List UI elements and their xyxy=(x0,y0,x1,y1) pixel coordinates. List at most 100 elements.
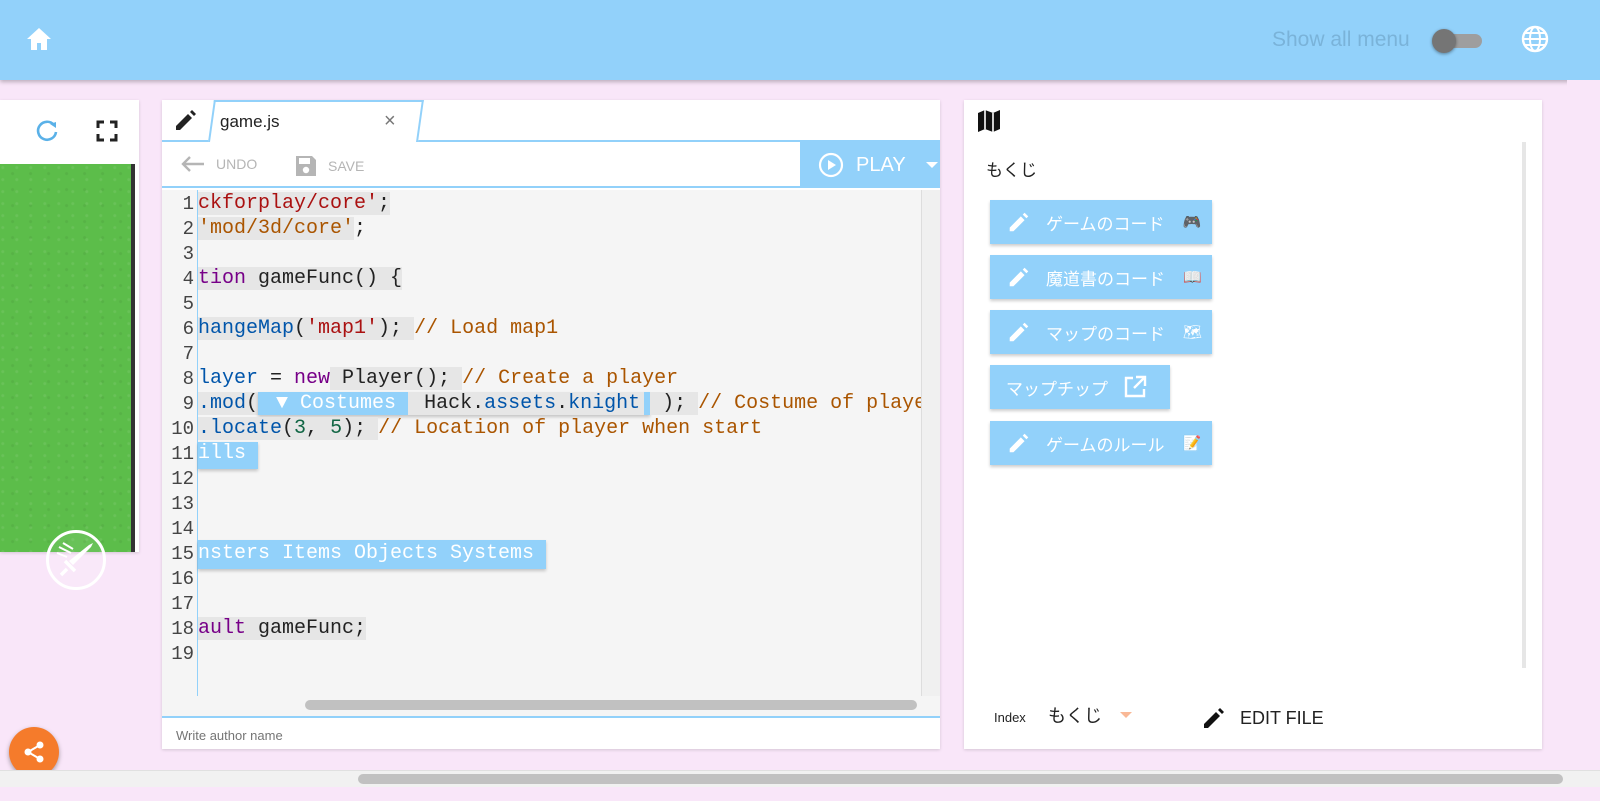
map-button[interactable] xyxy=(976,108,1004,136)
code-token: gameFunc; xyxy=(246,617,367,640)
code-token: // Location of player when start xyxy=(378,417,763,440)
page-horizontal-scrollbar[interactable] xyxy=(0,770,1600,787)
button-label: 魔道書のコード xyxy=(1046,269,1165,289)
code-token: ; xyxy=(354,217,367,240)
code-area[interactable]: 1 2 3 4 5 6 7 8 9 10 11 12 13 14 15 16 1… xyxy=(162,190,940,716)
code-token: ( xyxy=(294,317,307,340)
code-token: new xyxy=(294,367,331,390)
index-label: Index xyxy=(994,710,1026,725)
skills-chip[interactable]: ills xyxy=(198,442,259,469)
editor-toolbar: UNDO SAVE PLAY xyxy=(162,142,940,188)
index-select[interactable]: もくじ xyxy=(1048,702,1132,728)
costumes-dropdown-chip[interactable]: ▼ Costumes Hack.assets.knight xyxy=(258,392,651,415)
line-number: 4 xyxy=(182,268,194,290)
pencil-icon xyxy=(1204,708,1224,728)
chevron-down-icon xyxy=(1120,712,1132,718)
line-number: 19 xyxy=(171,643,194,665)
code-token: .mod xyxy=(198,392,247,415)
pencil-icon xyxy=(176,110,196,130)
show-all-menu-toggle[interactable] xyxy=(1432,28,1482,53)
reload-button[interactable] xyxy=(34,118,60,144)
code-token: hangeMap xyxy=(198,317,295,340)
code-token: ); xyxy=(378,317,415,340)
code-token: ( xyxy=(246,392,259,415)
code-line: tion gameFunc() { xyxy=(198,267,403,290)
game-rules-button[interactable]: ゲームのルール 📝 xyxy=(990,421,1212,465)
code-token: ault xyxy=(198,617,247,640)
game-canvas[interactable] xyxy=(0,164,135,590)
categories-chip[interactable]: nsters Items Objects Systems xyxy=(198,540,547,569)
code-line: .mod( ▼ Costumes Hack.assets.knight ); /… xyxy=(198,392,938,415)
editor-tab-bar: game.js × xyxy=(162,100,940,142)
code-line: hangeMap('map1'); // Load map1 xyxy=(198,317,558,340)
map-code-button[interactable]: マップのコード 🗺 xyxy=(990,310,1212,354)
sword-icon xyxy=(56,542,93,577)
line-number: 18 xyxy=(171,618,194,640)
undo-button[interactable]: UNDO xyxy=(180,154,257,174)
language-button[interactable] xyxy=(1520,24,1552,56)
fullscreen-button[interactable] xyxy=(96,120,120,144)
line-number: 16 xyxy=(171,568,194,590)
code-token: gameFunc() { xyxy=(246,267,403,290)
line-number: 13 xyxy=(171,493,194,515)
line-number-gutter: 1 2 3 4 5 6 7 8 9 10 11 12 13 14 15 16 1… xyxy=(162,190,198,716)
save-button[interactable]: SAVE xyxy=(294,154,364,178)
line-number: 7 xyxy=(182,343,194,365)
code-token: 3 xyxy=(294,417,307,440)
arrow-left-icon xyxy=(181,156,204,172)
undo-label: UNDO xyxy=(216,156,258,172)
code-editor-panel: game.js × UNDO SAVE PLAY 1 2 3 4 5 6 7 8… xyxy=(162,100,940,749)
show-all-menu-label: Show all menu xyxy=(1272,28,1410,51)
button-label: マップのコード xyxy=(1046,324,1165,344)
code-token: ); xyxy=(342,417,379,440)
play-label: PLAY xyxy=(856,153,906,176)
line-number: 17 xyxy=(171,593,194,615)
code-token: Hack.assets.knight xyxy=(408,392,645,415)
external-link-icon xyxy=(1124,375,1147,398)
play-button[interactable]: PLAY xyxy=(800,142,940,188)
code-token: layer xyxy=(198,367,259,390)
code-line: ault gameFunc; xyxy=(198,617,367,640)
line-number: 3 xyxy=(182,243,194,265)
code-token: // Create a player xyxy=(462,367,679,390)
book-icon: 📖 xyxy=(1183,269,1202,286)
code-token: tion xyxy=(198,267,247,290)
game-code-button[interactable]: ゲームのコード 🎮 xyxy=(990,200,1212,244)
top-app-bar: Show all menu xyxy=(0,0,1600,80)
button-label: ゲームのルール xyxy=(1046,435,1165,455)
line-number: 1 xyxy=(182,193,194,215)
fullscreen-icon xyxy=(96,120,118,142)
code-token: ; xyxy=(378,192,391,215)
home-button[interactable] xyxy=(22,22,56,56)
line-number: 5 xyxy=(182,293,194,315)
pencil-icon xyxy=(1009,322,1029,342)
save-icon xyxy=(296,156,316,176)
edit-file-label: EDIT FILE xyxy=(1240,707,1324,728)
edit-file-button[interactable]: EDIT FILE xyxy=(1200,704,1324,732)
toc-title: もくじ xyxy=(986,161,1037,180)
reload-icon xyxy=(36,120,58,142)
skill-button[interactable] xyxy=(46,530,106,590)
chevron-down-icon[interactable] xyxy=(925,162,938,168)
file-tab-label: game.js xyxy=(220,112,280,131)
edit-mode-button[interactable] xyxy=(172,106,202,136)
scrollbar-thumb[interactable] xyxy=(305,700,917,710)
play-circle-icon xyxy=(818,152,844,178)
spellbook-code-button[interactable]: 魔道書のコード 📖 xyxy=(990,255,1212,299)
button-label: マップチップ xyxy=(1006,379,1108,399)
pencil-icon xyxy=(1009,433,1029,453)
code-line: ckforplay/core'; xyxy=(198,192,391,215)
code-line: layer = new Player(); // Create a player xyxy=(198,367,678,390)
game-preview-panel xyxy=(0,100,139,590)
page-scrollbar-thumb[interactable] xyxy=(358,774,1563,784)
close-tab-icon[interactable]: × xyxy=(384,110,396,133)
code-token: // Load map1 xyxy=(414,317,559,340)
horizontal-scrollbar[interactable] xyxy=(162,696,940,716)
vertical-scrollbar[interactable] xyxy=(921,190,940,696)
docs-scrollbar[interactable] xyxy=(1522,142,1526,668)
page-vertical-scroll-area xyxy=(1567,80,1600,770)
mapchip-button[interactable]: マップチップ xyxy=(990,365,1170,409)
map-icon xyxy=(978,110,1000,132)
line-number: 2 xyxy=(182,218,194,240)
author-name-input[interactable] xyxy=(176,728,576,743)
